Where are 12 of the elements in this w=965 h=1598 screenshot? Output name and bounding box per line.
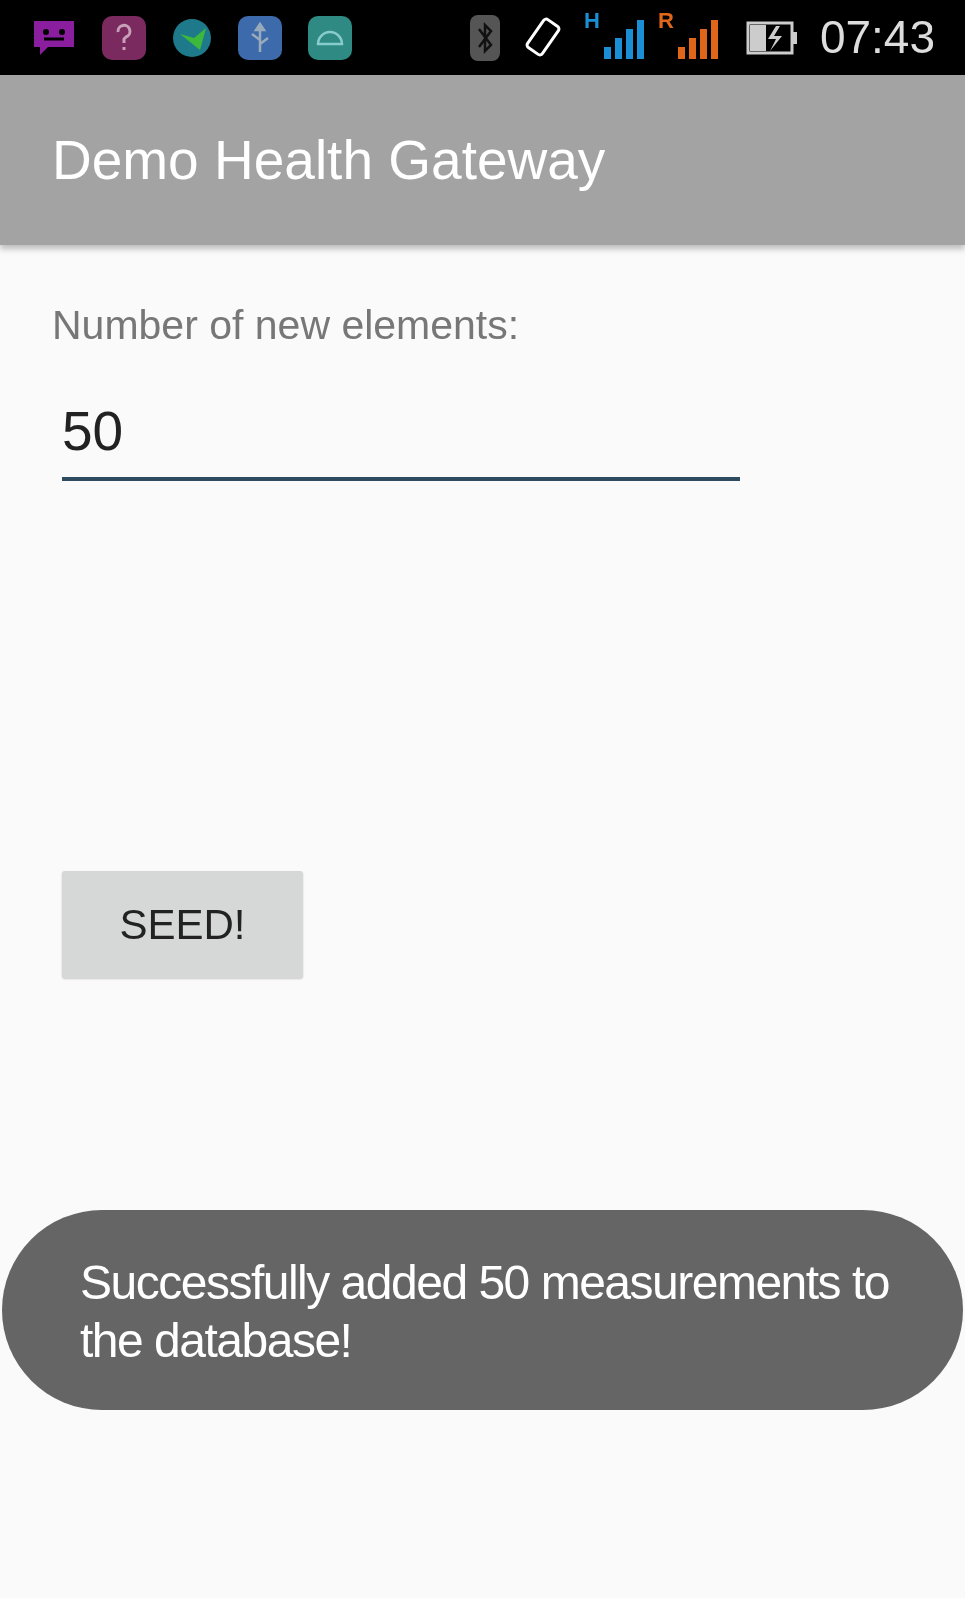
help-icon [102, 15, 146, 60]
usb-icon [238, 15, 282, 60]
toast-message: Successfully added 50 measurements to the database! [2, 1209, 963, 1410]
status-time: 07:43 [819, 10, 935, 65]
seed-button[interactable]: SEED! [62, 870, 303, 978]
bluetooth-icon [470, 14, 501, 61]
battery-icon [745, 20, 798, 55]
input-field[interactable]: 50 [62, 384, 740, 481]
network-type-label: R [658, 10, 674, 32]
field-label: Number of new elements: [52, 301, 521, 350]
app-title: Demo Health Gateway [52, 127, 606, 193]
network-type-label: H [584, 10, 600, 32]
